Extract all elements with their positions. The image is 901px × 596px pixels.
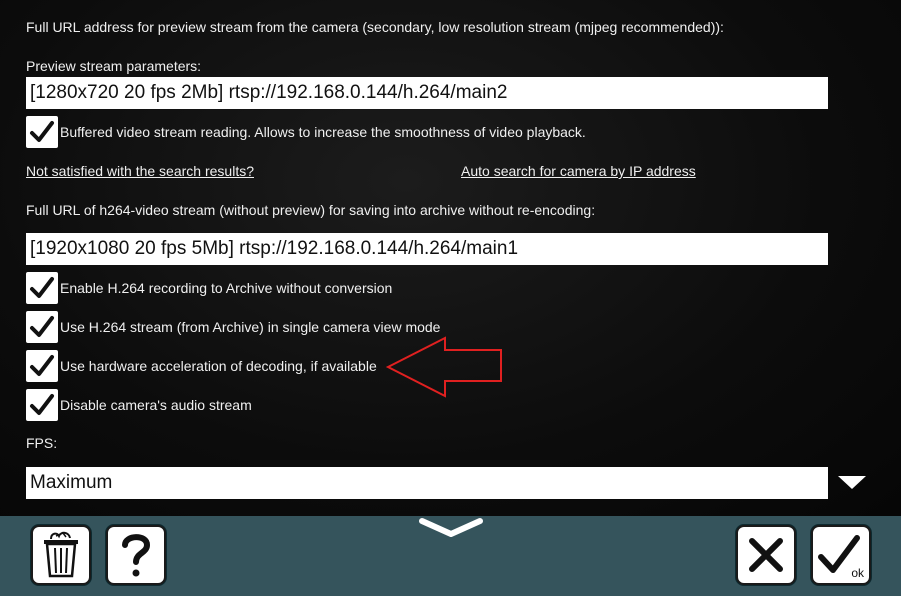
delete-button[interactable] (31, 525, 91, 585)
fps-label: FPS: (26, 435, 58, 451)
h264-single-view-label: Use H.264 stream (from Archive) in singl… (60, 319, 441, 335)
checkmark-icon (30, 316, 54, 337)
preview-stream-field[interactable]: [1280x720 20 fps 2Mb] rtsp://192.168.0.1… (26, 77, 828, 109)
chevron-down-icon[interactable] (418, 516, 484, 542)
h264-recording-checkbox[interactable] (26, 272, 58, 304)
not-satisfied-link[interactable]: Not satisfied with the search results? (26, 163, 254, 179)
h264-single-view-checkbox[interactable] (26, 311, 58, 343)
option-h264-single-view[interactable]: Use H.264 stream (from Archive) in singl… (26, 311, 440, 343)
ok-button[interactable]: ok (811, 525, 871, 585)
h264-url-heading: Full URL of h264-video stream (without p… (26, 202, 596, 218)
checkmark-icon (30, 355, 54, 376)
preview-url-heading: Full URL address for preview stream from… (26, 19, 724, 35)
option-hardware-acceleration[interactable]: Use hardware acceleration of decoding, i… (26, 350, 377, 382)
checkmark-icon (30, 394, 54, 415)
disable-audio-label: Disable camera's audio stream (60, 397, 252, 413)
ok-label: ok (851, 566, 864, 580)
help-button[interactable] (106, 525, 166, 585)
dropdown-arrow-icon[interactable] (838, 476, 866, 489)
buffered-reading-label: Buffered video stream reading. Allows to… (60, 124, 586, 140)
settings-panel: Full URL address for preview stream from… (0, 0, 901, 516)
question-icon (122, 534, 151, 577)
trash-icon (44, 531, 78, 578)
hardware-acceleration-checkbox[interactable] (26, 350, 58, 382)
option-disable-audio[interactable]: Disable camera's audio stream (26, 389, 252, 421)
buffered-reading-option[interactable]: Buffered video stream reading. Allows to… (26, 116, 586, 148)
hardware-acceleration-label: Use hardware acceleration of decoding, i… (60, 358, 377, 374)
checkmark-icon (30, 277, 54, 298)
option-h264-recording[interactable]: Enable H.264 recording to Archive withou… (26, 272, 392, 304)
cancel-button[interactable] (736, 525, 796, 585)
fps-select[interactable]: Maximum (26, 467, 828, 499)
h264-recording-label: Enable H.264 recording to Archive withou… (60, 280, 393, 296)
buffered-reading-checkbox[interactable] (26, 116, 58, 148)
preview-params-label: Preview stream parameters: (26, 58, 202, 74)
auto-search-link[interactable]: Auto search for camera by IP address (461, 163, 696, 179)
h264-stream-field[interactable]: [1920x1080 20 fps 5Mb] rtsp://192.168.0.… (26, 233, 828, 265)
disable-audio-checkbox[interactable] (26, 389, 58, 421)
red-arrow-icon (385, 336, 502, 398)
checkmark-icon (30, 121, 54, 142)
close-icon (749, 538, 783, 572)
